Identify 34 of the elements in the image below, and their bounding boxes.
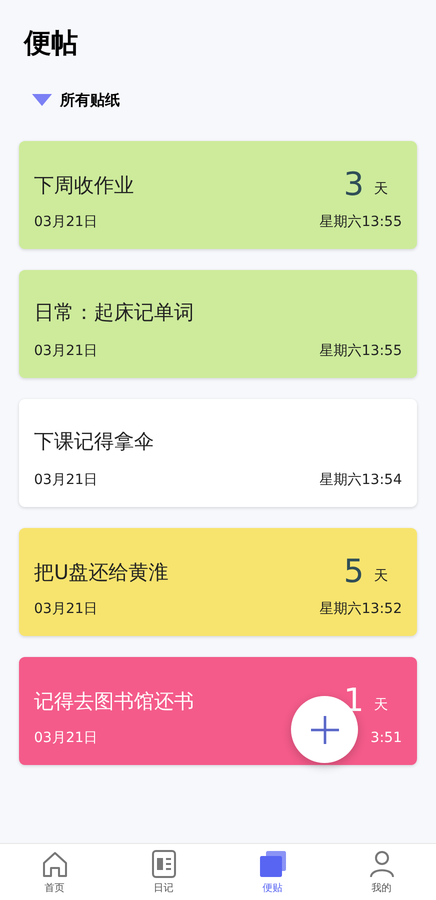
- nav-tab[interactable]: 日记: [109, 844, 218, 900]
- nav-tab[interactable]: 我的: [327, 844, 436, 900]
- note-card[interactable]: 日常：起床记单词 03月21日 星期六13:55: [19, 270, 417, 378]
- note-title: 把U盘还给黄淮: [34, 558, 169, 586]
- document-icon: [150, 848, 176, 878]
- note-date: 03月21日: [34, 728, 98, 748]
- note-title: 日常：起床记单词: [34, 298, 194, 326]
- note-title: 下周收作业: [34, 172, 134, 198]
- note-card[interactable]: 下课记得拿伞 03月21日 星期六13:54: [19, 398, 417, 506]
- days-count: 5: [344, 554, 364, 586]
- days-unit: 天: [374, 180, 388, 198]
- note-title: 下课记得拿伞: [34, 428, 154, 454]
- note-card[interactable]: 下周收作业 3 天 03月21日 星期六13:55: [19, 140, 417, 248]
- note-date: 03月21日: [34, 470, 98, 490]
- note-time: 星期六13:54: [320, 470, 402, 490]
- note-time: 星期六13:55: [320, 212, 402, 232]
- caret-icon: [32, 94, 52, 106]
- days-unit: 天: [374, 696, 388, 714]
- filter-dropdown[interactable]: 所有贴纸: [32, 89, 120, 112]
- days-count: 3: [344, 168, 364, 200]
- note-time: 星期六13:52: [320, 600, 402, 618]
- nav-tab[interactable]: 首页: [0, 844, 109, 900]
- note-date: 03月21日: [34, 212, 98, 232]
- note-time: 3:51: [370, 728, 402, 748]
- note-date: 03月21日: [34, 600, 98, 618]
- note-card[interactable]: 把U盘还给黄淮 5 天 03月21日 星期六13:52: [19, 528, 417, 636]
- cards-icon: [258, 848, 288, 878]
- nav-tab[interactable]: 便贴: [218, 844, 327, 900]
- days-unit: 天: [374, 566, 388, 586]
- plus-icon: [310, 714, 340, 744]
- note-date: 03月21日: [34, 342, 98, 360]
- note-title: 记得去图书馆还书: [34, 688, 194, 714]
- note-time: 星期六13:55: [320, 342, 402, 360]
- page-title: 便帖: [24, 30, 79, 57]
